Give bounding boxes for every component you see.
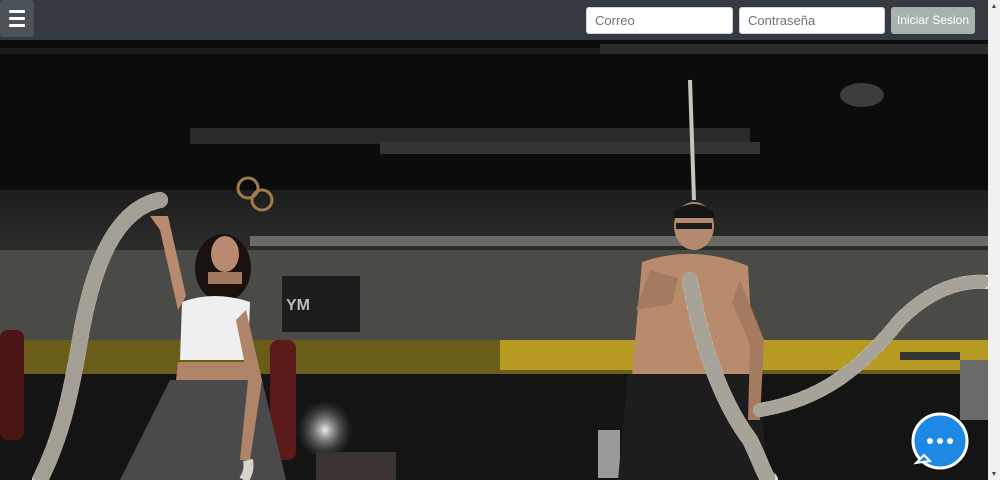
hamburger-menu-icon bbox=[9, 10, 25, 13]
chat-button[interactable] bbox=[910, 411, 970, 471]
password-input[interactable] bbox=[739, 7, 885, 34]
chat-bubble-icon bbox=[911, 412, 969, 470]
vertical-scrollbar[interactable]: ▲ ▼ bbox=[988, 0, 1000, 480]
hamburger-menu-button[interactable] bbox=[0, 0, 34, 37]
hero-gym-photo: YM bbox=[0, 40, 988, 480]
svg-text:YM: YM bbox=[286, 297, 310, 314]
email-input[interactable] bbox=[586, 7, 733, 34]
top-navbar: Iniciar Sesion bbox=[0, 0, 988, 40]
login-button[interactable]: Iniciar Sesion bbox=[891, 7, 975, 34]
scroll-down-arrow-icon[interactable]: ▼ bbox=[988, 468, 1000, 480]
gym-battle-ropes-photo: YM bbox=[0, 40, 988, 480]
scroll-up-arrow-icon[interactable]: ▲ bbox=[988, 0, 1000, 12]
